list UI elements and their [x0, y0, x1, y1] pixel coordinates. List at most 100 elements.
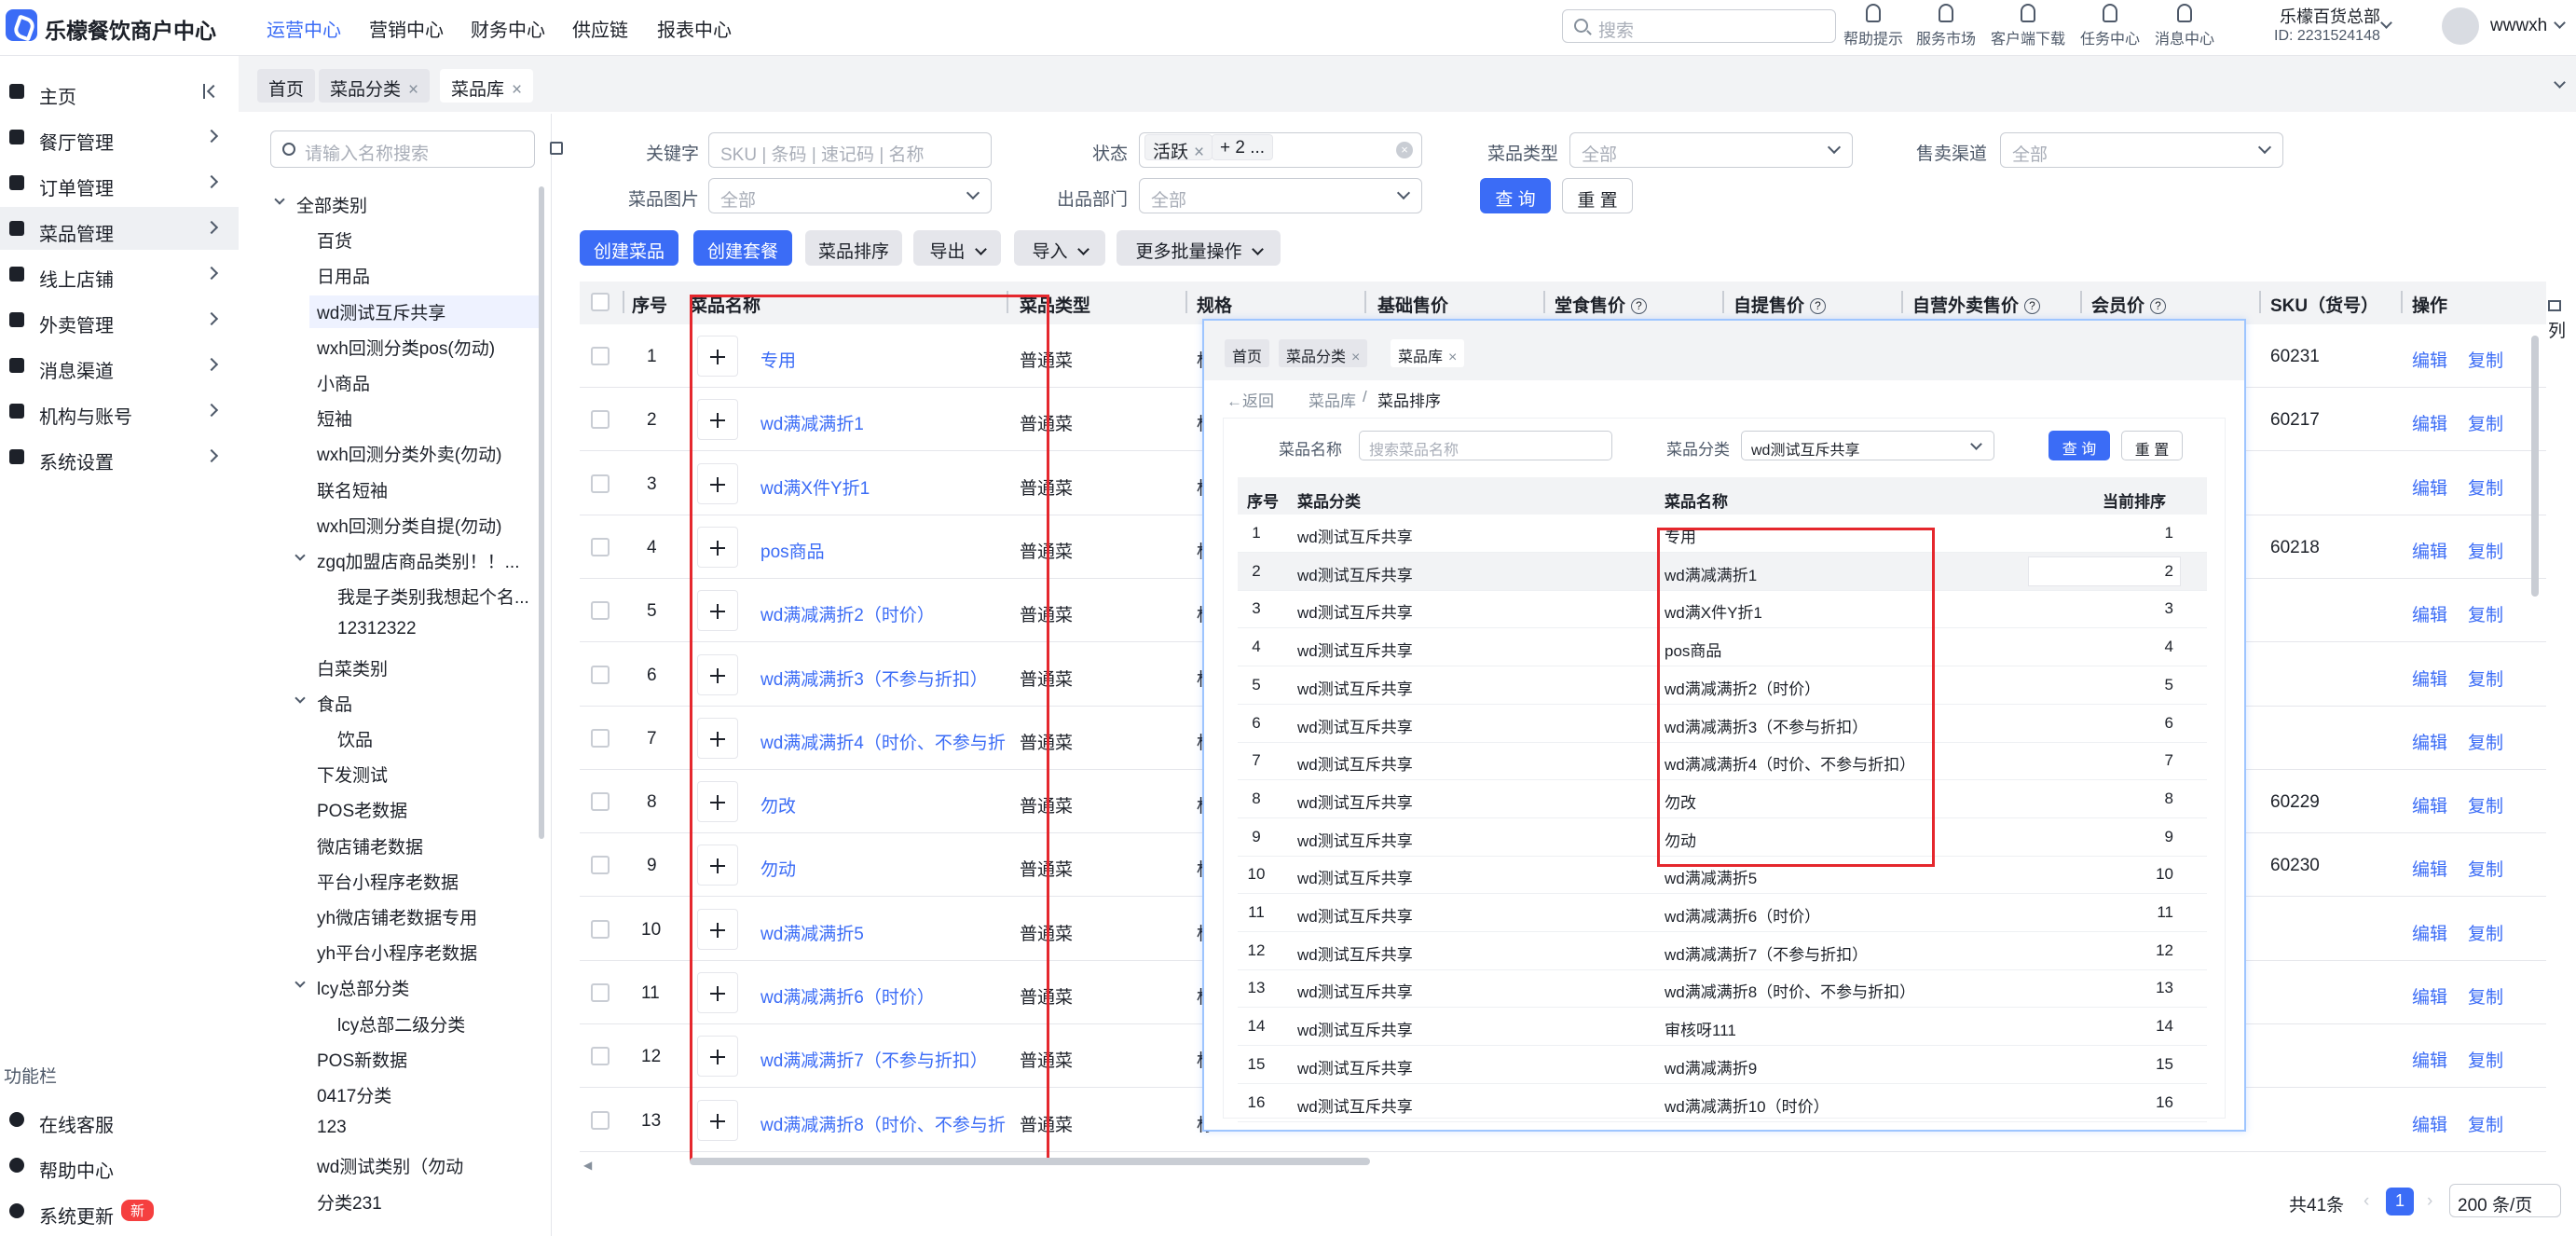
row-checkbox[interactable] — [591, 410, 610, 430]
dept-select[interactable]: 全部 — [1139, 178, 1422, 213]
dish-image-select[interactable]: 全部 — [708, 178, 992, 213]
tree-node[interactable]: 联名短袖 — [317, 477, 388, 502]
copy-link[interactable]: 复制 — [2468, 1047, 2503, 1072]
tab-dish-category[interactable]: 菜品分类 × — [319, 69, 431, 103]
page-size-select[interactable]: 200 条/页 — [2449, 1184, 2561, 1217]
tree-node[interactable]: wxh回测分类自提(勿动) — [317, 513, 501, 538]
tree-node[interactable]: POS新数据 — [317, 1047, 407, 1072]
breadcrumb-library[interactable]: 菜品库 — [1309, 388, 1356, 411]
message-center-button[interactable]: 消息中心 — [2147, 4, 2222, 48]
tree-node[interactable]: lcy总部分类 — [317, 975, 409, 1000]
tree-node[interactable]: yh微店铺老数据专用 — [317, 904, 477, 929]
copy-link[interactable]: 复制 — [2468, 347, 2503, 372]
edit-link[interactable]: 编辑 — [2412, 1111, 2447, 1136]
row-checkbox[interactable] — [591, 537, 610, 556]
help-tips-button[interactable]: 帮助提示 — [1836, 4, 1911, 48]
page-number[interactable]: 1 — [2386, 1188, 2414, 1215]
tree-node[interactable]: 百货 — [317, 227, 352, 253]
row-checkbox[interactable] — [591, 1110, 610, 1130]
tab-home[interactable]: 首页 — [257, 69, 316, 103]
edit-link[interactable]: 编辑 — [2412, 856, 2447, 881]
next-page-icon[interactable]: › — [2427, 1191, 2432, 1212]
tree-node[interactable]: 平台小程序老数据 — [317, 869, 459, 894]
sidebar-item-dishes[interactable]: 菜品管理 — [0, 207, 239, 250]
row-checkbox[interactable] — [591, 347, 610, 365]
reset-button[interactable]: 重 置 — [1562, 178, 1633, 213]
close-icon[interactable]: × — [408, 80, 418, 100]
tree-node[interactable]: 0417分类 — [317, 1082, 391, 1107]
tree-node[interactable]: 白菜类别 — [317, 655, 388, 680]
sidebar-item-message-channel[interactable]: 消息渠道 — [0, 344, 239, 387]
org-dropdown-icon[interactable] — [2380, 17, 2392, 29]
close-icon[interactable]: × — [512, 80, 522, 100]
edit-link[interactable]: 编辑 — [2412, 1047, 2447, 1072]
tree-node[interactable]: wd测试类别（勿动 — [317, 1153, 463, 1178]
tree-node[interactable]: lcy总部二级分类 — [337, 1011, 465, 1037]
query-button[interactable]: 查 询 — [1480, 178, 1551, 213]
copy-link[interactable]: 复制 — [2468, 983, 2503, 1009]
edit-link[interactable]: 编辑 — [2412, 920, 2447, 945]
tree-node[interactable]: 分类231 — [317, 1189, 382, 1215]
copy-link[interactable]: 复制 — [2468, 601, 2503, 626]
sidebar-item-org-account[interactable]: 机构与账号 — [0, 390, 239, 433]
copy-link[interactable]: 复制 — [2468, 410, 2503, 435]
edit-link[interactable]: 编辑 — [2412, 983, 2447, 1009]
tree-node[interactable]: yh平台小程序老数据 — [317, 940, 477, 965]
sidebar-item-home[interactable]: 主页 — [0, 70, 239, 113]
sort-name-input[interactable]: 搜索菜品名称 — [1359, 431, 1612, 460]
row-checkbox[interactable] — [591, 665, 610, 684]
sidebar-item-online-store[interactable]: 线上店铺 — [0, 253, 239, 295]
clear-icon[interactable]: × — [1396, 142, 1413, 158]
row-checkbox[interactable] — [591, 983, 610, 1002]
topnav-operations[interactable]: 运营中心 — [267, 15, 341, 42]
keyword-input[interactable]: SKU | 条码 | 速记码 | 名称 — [708, 132, 992, 168]
sidebar-item-help[interactable]: 帮助中心 — [0, 1144, 239, 1187]
dish-type-select[interactable]: 全部 — [1569, 132, 1853, 168]
tree-node[interactable]: 12312322 — [337, 619, 417, 639]
tree-node[interactable]: 我是子类别我想起个名... — [337, 584, 529, 609]
service-market-button[interactable]: 服务市场 — [1909, 4, 1983, 48]
tree-node[interactable]: 短袖 — [317, 405, 352, 431]
tree-node[interactable]: 饮品 — [337, 726, 373, 751]
copy-link[interactable]: 复制 — [2468, 920, 2503, 945]
sidebar-item-delivery[interactable]: 外卖管理 — [0, 298, 239, 341]
tree-toggle-icon[interactable] — [550, 142, 563, 155]
tree-node[interactable]: wxh回测分类外卖(勿动) — [317, 441, 501, 466]
row-checkbox[interactable] — [591, 1047, 610, 1066]
status-tag-active[interactable]: 活跃 × — [1144, 134, 1213, 162]
tree-node[interactable]: 小商品 — [317, 370, 370, 395]
overlay-tab-library[interactable]: 菜品库 × — [1391, 339, 1465, 367]
tree-node[interactable]: POS老数据 — [317, 797, 407, 822]
column-settings-icon[interactable] — [2548, 300, 2561, 311]
sidebar-item-online-service[interactable]: 在线客服 — [0, 1098, 239, 1141]
tree-node[interactable]: wd测试互斥共享 — [309, 295, 539, 328]
vertical-scrollbar[interactable] — [2531, 336, 2539, 597]
row-checkbox[interactable] — [591, 601, 610, 621]
tree-node[interactable]: 123 — [317, 1118, 347, 1138]
tree-node[interactable]: 微店铺老数据 — [317, 833, 423, 858]
scroll-left-icon[interactable]: ◀ — [583, 1159, 592, 1172]
edit-link[interactable]: 编辑 — [2412, 792, 2447, 817]
tree-node[interactable]: zgq加盟店商品类别！！... — [317, 548, 519, 573]
batch-actions-button[interactable]: 更多批量操作 — [1117, 230, 1281, 266]
username[interactable]: wwwxh — [2490, 16, 2547, 36]
export-button[interactable]: 导出 — [913, 230, 1001, 266]
copy-link[interactable]: 复制 — [2468, 729, 2503, 754]
tree-node[interactable]: 日用品 — [317, 263, 370, 288]
row-checkbox[interactable] — [591, 792, 610, 812]
row-checkbox[interactable] — [591, 728, 610, 748]
dish-sort-button[interactable]: 菜品排序 — [805, 230, 902, 266]
edit-link[interactable]: 编辑 — [2412, 666, 2447, 691]
edit-link[interactable]: 编辑 — [2412, 729, 2447, 754]
create-set-button[interactable]: 创建套餐 — [693, 230, 792, 266]
org-name[interactable]: 乐檬百货总部 — [2280, 4, 2380, 28]
sort-category-select[interactable]: wd测试互斥共享 — [1741, 431, 1994, 460]
edit-link[interactable]: 编辑 — [2412, 601, 2447, 626]
import-button[interactable]: 导入 — [1014, 230, 1105, 266]
edit-link[interactable]: 编辑 — [2412, 347, 2447, 372]
sidebar-item-update[interactable]: 系统更新 — [0, 1189, 239, 1232]
status-tag-more[interactable]: + 2 ... — [1212, 134, 1274, 160]
sort-reset-button[interactable]: 重 置 — [2121, 431, 2183, 460]
global-search-input[interactable]: 搜索 — [1562, 9, 1836, 43]
task-center-button[interactable]: 任务中心 — [2073, 4, 2147, 48]
